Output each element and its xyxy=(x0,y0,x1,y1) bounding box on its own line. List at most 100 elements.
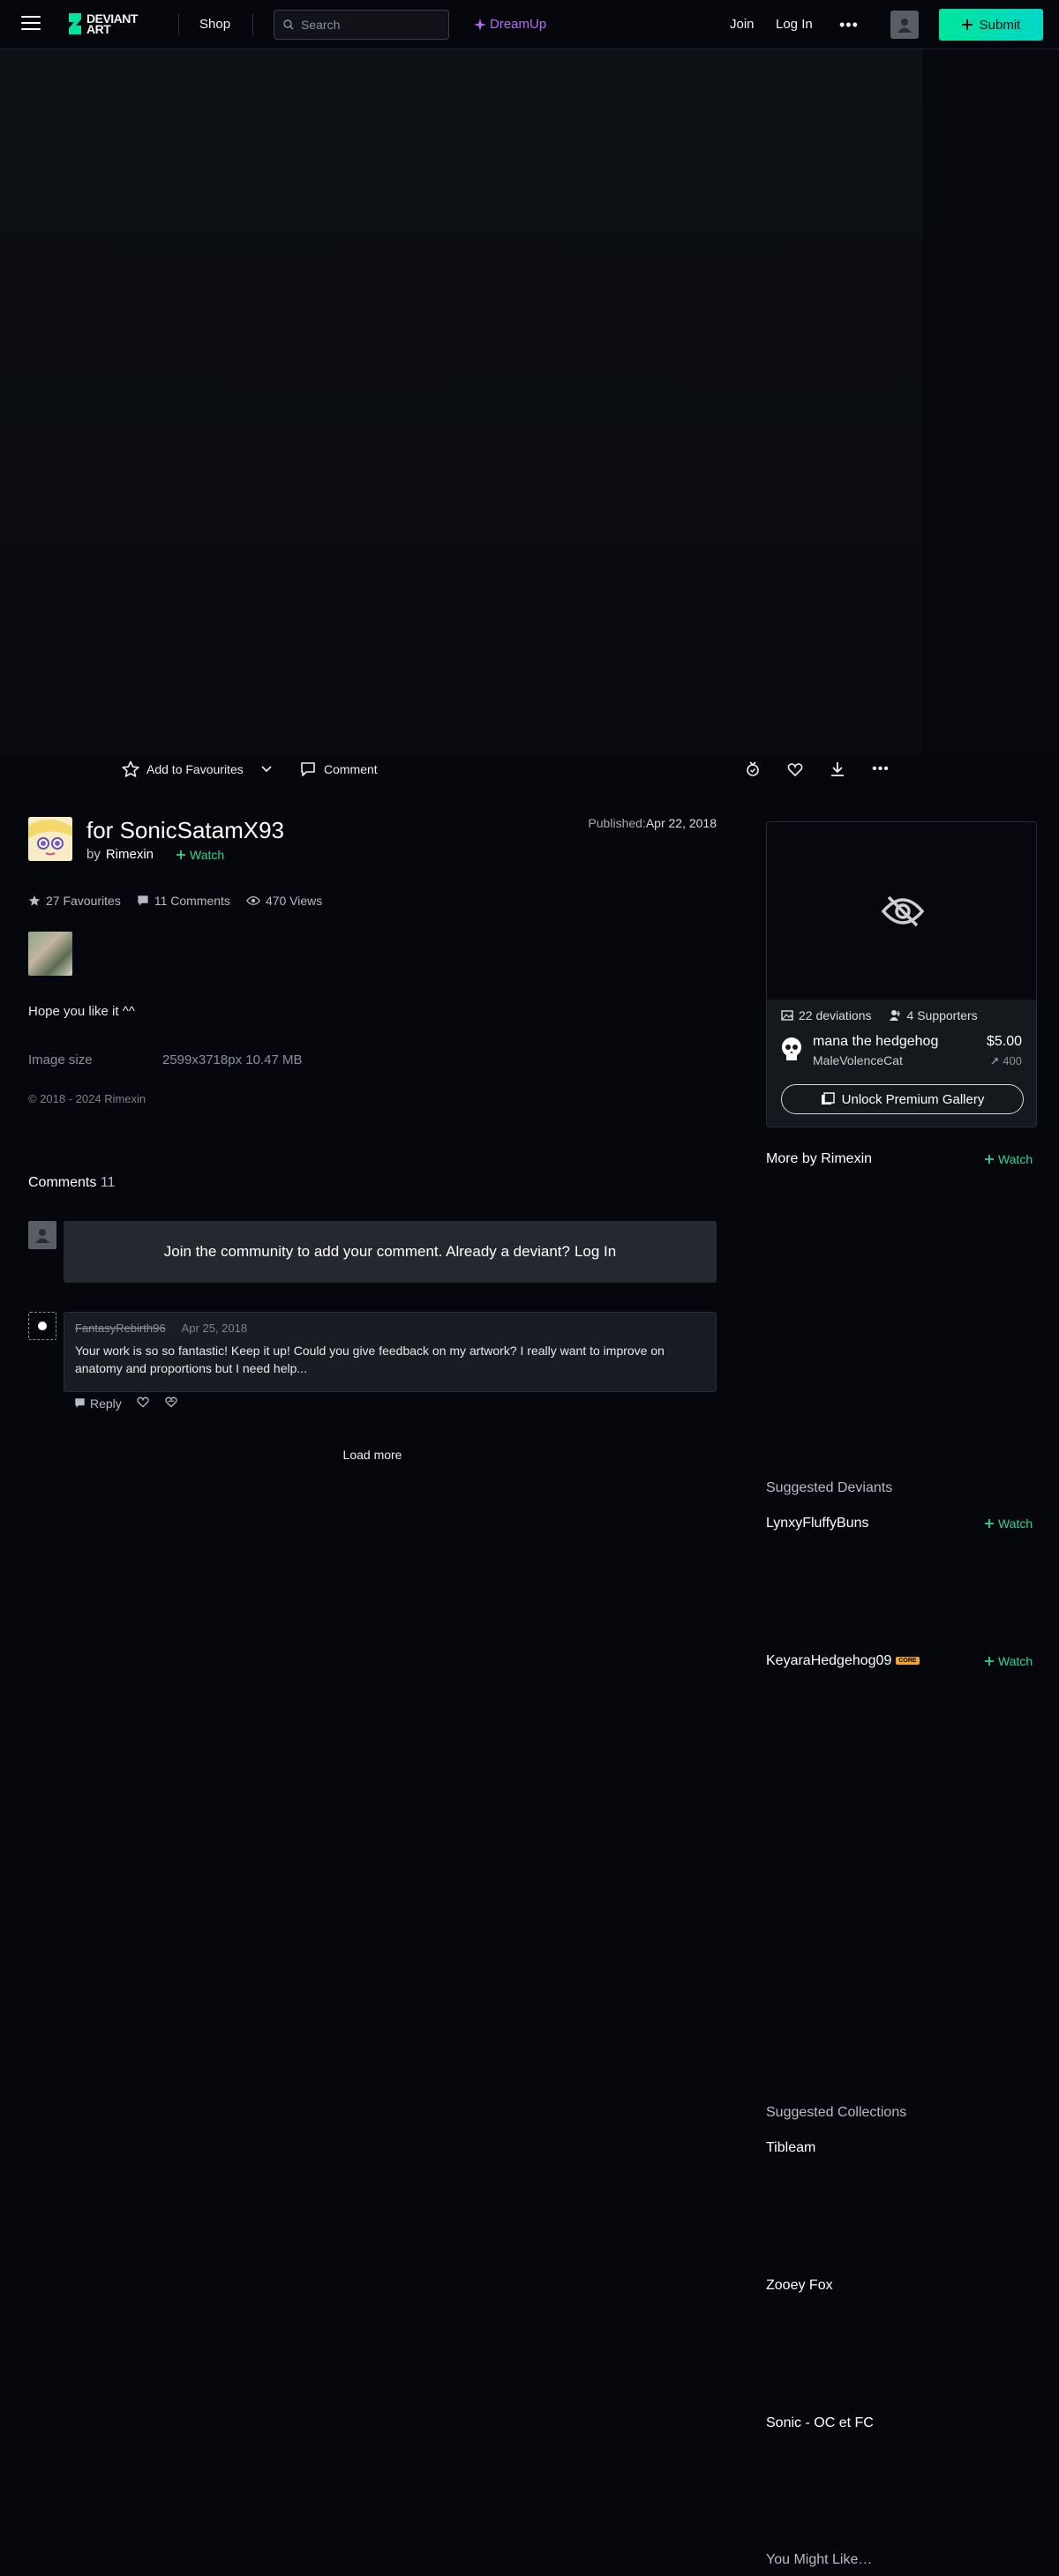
gallery-icon xyxy=(821,1092,835,1105)
author-link[interactable]: Rimexin xyxy=(106,847,154,862)
watch-deviant-button[interactable]: Watch xyxy=(985,1654,1033,1668)
add-to-favourites-button[interactable]: Add to Favourites xyxy=(122,760,244,778)
suggested-deviant-name[interactable]: KeyaraHedgehog09 xyxy=(766,1653,891,1668)
collection-title[interactable]: Tibleam xyxy=(766,2140,815,2156)
supporters-stat: 4 Supporters xyxy=(889,1008,978,1022)
points-value: 400 xyxy=(1003,1054,1022,1067)
unlock-premium-button[interactable]: Unlock Premium Gallery xyxy=(781,1084,1024,1114)
premium-title[interactable]: mana the hedgehog xyxy=(813,1034,938,1050)
top-nav-bar: DEVIANT ART Shop DreamUp Join Log In •••… xyxy=(0,0,1059,49)
watch-deviant-button[interactable]: Watch xyxy=(985,1516,1033,1531)
unlock-label: Unlock Premium Gallery xyxy=(841,1091,985,1107)
comment-item: FantasyRebirth96 Apr 25, 2018 Your work … xyxy=(64,1312,717,1392)
deviantart-logo[interactable]: DEVIANT ART xyxy=(65,11,162,37)
comments-heading: Comments 11 xyxy=(28,1175,115,1191)
dreamup-label: DreamUp xyxy=(490,17,547,32)
deviations-stat: 22 deviations xyxy=(781,1008,872,1022)
suggested-deviant-name[interactable]: LynxyFluffyBuns xyxy=(766,1516,869,1531)
menu-icon[interactable] xyxy=(21,16,41,32)
deviantart-logo-icon xyxy=(69,13,81,34)
image-side-panel xyxy=(922,49,1059,755)
views-stat: 470 Views xyxy=(245,894,322,908)
comment-icon xyxy=(138,895,148,906)
search-box[interactable] xyxy=(274,10,449,40)
comment-label: Comment xyxy=(324,762,378,776)
join-community-prompt: Join the community to add your comment. … xyxy=(64,1221,717,1283)
comment-date: Apr 25, 2018 xyxy=(181,1322,248,1335)
you-might-like-heading: You Might Like… xyxy=(766,2552,873,2567)
user-avatar-button[interactable] xyxy=(890,11,919,39)
premium-points: 400 xyxy=(990,1054,1022,1067)
submit-label: Submit xyxy=(979,17,1021,33)
suggested-deviant-row: KeyaraHedgehog09 CORE xyxy=(766,1653,920,1669)
collection-title[interactable]: Zooey Fox xyxy=(766,2278,833,2294)
image-icon xyxy=(781,1010,793,1021)
watch-label: Watch xyxy=(998,1516,1033,1531)
published-value: Apr 22, 2018 xyxy=(645,816,717,830)
chevron-down-icon[interactable] xyxy=(256,759,277,780)
divider xyxy=(178,14,179,35)
by-label: by xyxy=(86,847,101,862)
suggested-collections-heading: Suggested Collections xyxy=(766,2105,907,2120)
nav-shop[interactable]: Shop xyxy=(199,17,230,32)
join-link[interactable]: Join xyxy=(730,17,755,32)
gift-icon[interactable] xyxy=(164,1395,178,1412)
image-size-value: 2599x3718px 10.47 MB xyxy=(162,1052,303,1067)
logo-text: DEVIANT ART xyxy=(86,12,138,35)
plus-icon xyxy=(985,1657,994,1666)
watch-author-sidebar-button[interactable]: Watch xyxy=(985,1152,1033,1166)
comments-heading-label: Comments xyxy=(28,1175,97,1190)
gift-icon[interactable] xyxy=(785,759,806,780)
sparkle-icon xyxy=(474,18,486,31)
download-icon[interactable] xyxy=(827,759,848,780)
comments-count: 11 Comments xyxy=(154,894,230,908)
deviation-thumbnail[interactable] xyxy=(28,932,72,976)
favourites-count: 27 Favourites xyxy=(46,894,121,908)
supporters-count: 4 Supporters xyxy=(906,1008,978,1022)
plus-icon xyxy=(985,1155,994,1164)
login-link[interactable]: Log In xyxy=(776,17,813,32)
watch-label: Watch xyxy=(998,1654,1033,1668)
load-more-button[interactable]: Load more xyxy=(328,1448,417,1462)
eye-hidden-icon xyxy=(881,895,924,926)
skull-icon xyxy=(782,1037,801,1060)
action-bar: Add to Favourites Comment ••• xyxy=(0,755,922,782)
submit-button[interactable]: Submit xyxy=(939,9,1043,41)
premium-price: $5.00 xyxy=(986,1034,1022,1049)
premium-username[interactable]: MaleVolenceCat xyxy=(813,1053,903,1067)
watch-label: Watch xyxy=(190,847,225,862)
comment-icon xyxy=(301,762,315,776)
deviations-count: 22 deviations xyxy=(799,1008,872,1022)
reply-button[interactable]: Reply xyxy=(74,1397,122,1411)
eye-icon xyxy=(245,895,260,906)
comments-stat[interactable]: 11 Comments xyxy=(137,894,230,908)
more-by-heading[interactable]: More by Rimexin xyxy=(766,1151,872,1167)
favourites-stat: 27 Favourites xyxy=(28,894,121,908)
premium-preview[interactable] xyxy=(767,822,1036,1000)
comment-meta: FantasyRebirth96 Apr 25, 2018 xyxy=(75,1322,705,1335)
deviation-title: for SonicSatamX93 xyxy=(86,817,285,843)
author-line: by Rimexin Watch xyxy=(86,847,224,862)
comment-login-link[interactable]: Log In xyxy=(575,1243,616,1261)
like-icon[interactable] xyxy=(136,1395,150,1412)
watch-author-button[interactable]: Watch xyxy=(176,848,224,862)
plus-icon xyxy=(176,850,186,859)
badge-icon[interactable] xyxy=(742,759,763,780)
more-options-icon[interactable]: ••• xyxy=(870,759,891,780)
add-to-favourites-label: Add to Favourites xyxy=(146,762,244,776)
commenter-avatar[interactable] xyxy=(28,1312,56,1340)
nav-dreamup[interactable]: DreamUp xyxy=(474,17,546,32)
star-icon xyxy=(28,895,41,906)
deviation-description: Hope you like it ^^ xyxy=(28,1004,135,1019)
comment-button[interactable]: Comment xyxy=(299,760,378,778)
deviation-image-area[interactable] xyxy=(0,49,922,755)
more-icon[interactable]: ••• xyxy=(839,16,859,34)
author-avatar-image xyxy=(28,817,72,861)
commenter-name[interactable]: FantasyRebirth96 xyxy=(75,1322,166,1335)
published-date: Published:Apr 22, 2018 xyxy=(530,816,717,830)
collection-title[interactable]: Sonic - OC et FC xyxy=(766,2415,874,2431)
search-input[interactable] xyxy=(301,18,433,32)
divider xyxy=(252,14,253,35)
reply-icon xyxy=(75,1398,85,1408)
author-avatar[interactable] xyxy=(28,817,72,861)
